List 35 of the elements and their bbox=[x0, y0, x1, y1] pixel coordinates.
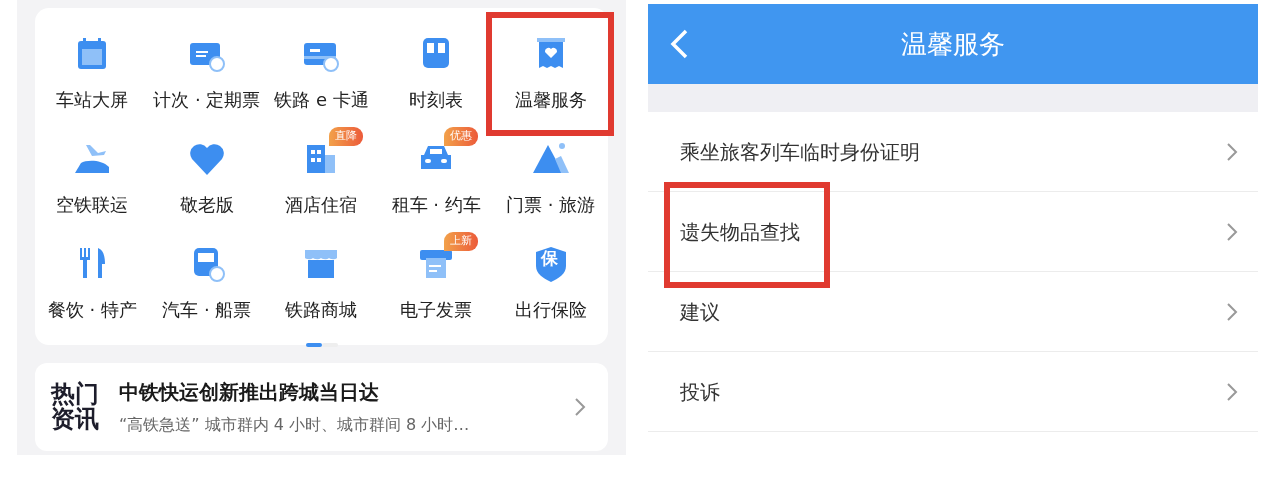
service-label[interactable]: 铁路商城 bbox=[285, 296, 358, 323]
service-label[interactable]: 车站大屏 bbox=[56, 86, 129, 113]
page-title: 温馨服务 bbox=[901, 27, 1005, 61]
promo-tag: 上新 bbox=[444, 232, 479, 251]
list-item-label[interactable]: 建议 bbox=[680, 296, 1226, 327]
chevron-icon bbox=[1226, 141, 1238, 162]
service-label[interactable]: 酒店住宿 bbox=[285, 191, 358, 218]
service-label[interactable]: 汽车 · 船票 bbox=[162, 296, 252, 323]
news-logo-text: 资讯 bbox=[51, 407, 99, 433]
list-item-label[interactable]: 乘坐旅客列车临时身份证明 bbox=[680, 136, 1226, 167]
back-icon[interactable] bbox=[668, 28, 690, 60]
list-item-label[interactable]: 投诉 bbox=[680, 376, 1226, 407]
promo-tag: 优惠 bbox=[444, 127, 479, 146]
news-card[interactable]: 热门 资讯 中铁快运创新推出跨城当日达 “高铁急送” 城市群内 4 小时、城市群间 8 小时… bbox=[35, 363, 608, 451]
news-summary: “高铁急送” 城市群内 4 小时、城市群间 8 小时… bbox=[119, 414, 471, 436]
service-label[interactable]: 门票 · 旅游 bbox=[506, 191, 596, 218]
service-label[interactable]: 空铁联运 bbox=[56, 191, 129, 218]
chevron-icon bbox=[1226, 301, 1238, 322]
chevron-icon bbox=[574, 397, 586, 417]
service-label[interactable]: 出行保险 bbox=[514, 296, 587, 323]
service-label[interactable]: 敬老版 bbox=[179, 191, 234, 218]
promo-tag: 直降 bbox=[329, 127, 364, 146]
service-label[interactable]: 时刻表 bbox=[409, 86, 464, 113]
service-label[interactable]: 电子发票 bbox=[400, 296, 473, 323]
chevron-icon bbox=[1226, 221, 1238, 242]
service-label[interactable]: 餐饮 · 特产 bbox=[47, 296, 137, 323]
icon-glyph: 保 bbox=[540, 250, 558, 267]
service-label[interactable]: 温馨服务 bbox=[514, 86, 587, 113]
service-label[interactable]: 租车 · 约车 bbox=[391, 191, 481, 218]
list-item-label[interactable]: 遗失物品查找 bbox=[680, 216, 1226, 247]
service-label[interactable]: 计次 · 定期票 bbox=[153, 86, 261, 113]
service-label[interactable]: 铁路 e 卡通 bbox=[274, 86, 369, 113]
news-logo-text: 热门 bbox=[51, 381, 99, 407]
chevron-icon bbox=[1226, 381, 1238, 402]
news-headline: 中铁快运创新推出跨城当日达 bbox=[119, 379, 380, 406]
